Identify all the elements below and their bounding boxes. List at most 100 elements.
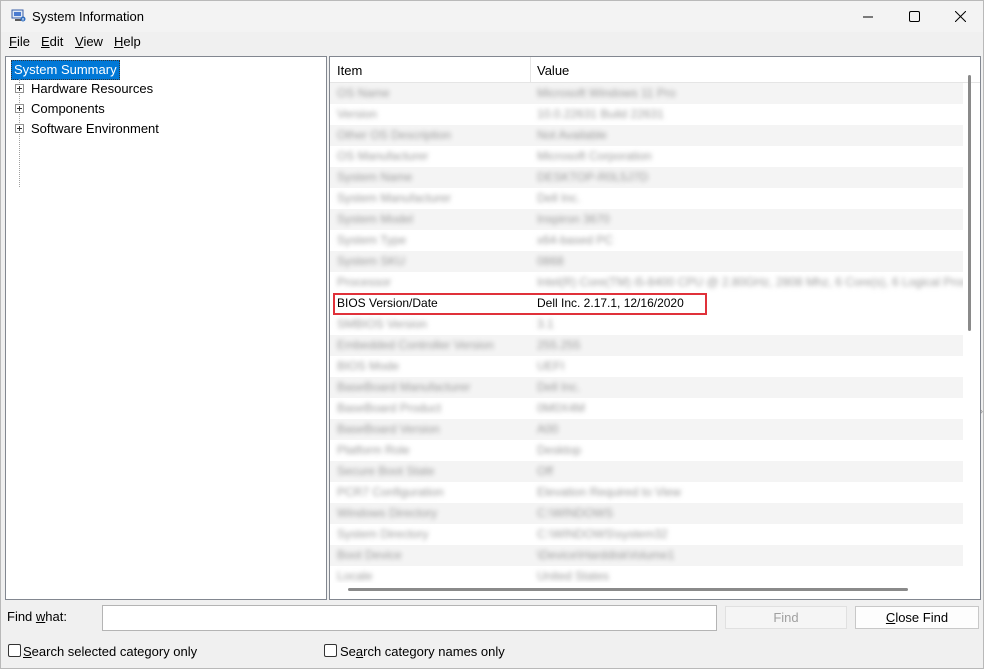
list-row[interactable]: BaseBoard Version A00 [330,419,963,440]
row-item: PCR7 Configuration [337,485,444,499]
list-row[interactable]: System Type x64-based PC [330,230,963,251]
menu-view[interactable]: View [75,34,103,49]
list-row[interactable]: BaseBoard Manufacturer Dell Inc. [330,377,963,398]
search-category-names-checkbox[interactable] [324,644,337,657]
list-row[interactable]: Other OS Description Not Available [330,125,963,146]
row-item: Processor [337,275,392,289]
row-item: System SKU [337,254,406,268]
row-value: 10.0.22631 Build 22631 [537,107,664,121]
menu-file[interactable]: File [9,34,30,49]
find-button[interactable]: Find [725,606,847,629]
maximize-button[interactable] [891,1,937,32]
row-value: Inspiron 3670 [537,212,610,226]
list-row[interactable]: System Manufacturer Dell Inc. [330,188,963,209]
details-list[interactable]: Item Value OS Name Microsoft Windows 11 P… [329,56,981,600]
row-item: Embedded Controller Version [337,338,494,352]
tree-item-system-summary[interactable]: System Summary [11,60,120,80]
horizontal-scrollbar[interactable] [348,585,908,593]
tree-item-label: Components [31,101,105,116]
system-information-window: System Information File Edit View Help S… [0,0,984,669]
row-value: A00 [537,422,559,436]
title-bar[interactable]: System Information [1,1,983,32]
column-header-value[interactable]: Value [537,63,569,78]
vertical-scrollbar[interactable] [966,75,974,585]
list-row[interactable]: SMBIOS Version 3.1 [330,314,963,335]
list-row[interactable]: Locale United States [330,566,963,583]
search-selected-category-checkbox[interactable] [8,644,21,657]
row-item: BaseBoard Manufacturer [337,380,471,394]
list-row[interactable]: Secure Boot State Off [330,461,963,482]
row-item: SMBIOS Version [337,317,428,331]
list-row[interactable]: System Directory C:\WINDOWS\system32 [330,524,963,545]
close-icon [954,11,966,22]
row-value: 0868 [537,254,564,268]
expand-icon[interactable] [15,84,24,93]
list-row[interactable]: Processor Intel(R) Core(TM) i5-8400 CPU @… [330,272,963,293]
expand-icon[interactable] [15,124,24,133]
row-item: System Manufacturer [337,191,452,205]
tree-item-hardware-resources[interactable]: Hardware Resources [6,80,326,98]
row-value: 0M0X4M [537,401,586,415]
menu-edit-rest: dit [49,34,64,49]
row-item: OS Name [337,86,390,100]
row-value: DESKTOP-R0L5J7D [537,170,649,184]
menu-edit[interactable]: Edit [41,34,63,49]
tree-item-components[interactable]: Components [6,100,326,118]
list-row[interactable]: Windows Directory C:\WINDOWS [330,503,963,524]
row-value: 3.1 [537,317,554,331]
list-row[interactable]: BIOS Mode UEFI [330,356,963,377]
row-value: C:\WINDOWS [537,506,613,520]
minimize-icon [863,16,873,17]
minimize-button[interactable] [845,1,891,32]
menu-bar: File Edit View Help [1,32,983,52]
list-row[interactable]: OS Name Microsoft Windows 11 Pro [330,83,963,104]
category-tree[interactable]: System Summary Hardware Resources Compon… [5,56,327,600]
window-title: System Information [32,9,144,24]
row-value: Desktop [537,443,582,457]
row-value: United States [537,569,610,583]
menu-file-rest: ile [16,34,30,49]
row-item: BIOS Mode [337,359,400,373]
search-category-names-label[interactable]: Search category names only [340,644,505,659]
highlight-annotation-box [333,293,707,315]
row-item: Boot Device [337,548,402,562]
horizontal-scroll-thumb[interactable] [348,588,908,591]
close-find-button[interactable]: Close Find [855,606,979,629]
row-value: Elevation Required to View [537,485,681,499]
list-row[interactable]: Boot Device \Device\HarddiskVolume1 [330,545,963,566]
find-what-input[interactable] [102,605,717,631]
column-divider[interactable] [530,57,531,82]
row-item: OS Manufacturer [337,149,429,163]
menu-help-rest: elp [123,34,141,49]
list-row[interactable]: System Name DESKTOP-R0L5J7D [330,167,963,188]
menu-help[interactable]: Help [114,34,141,49]
row-value: Dell Inc. [537,380,581,394]
row-value: 255.255 [537,338,581,352]
list-row[interactable]: Version 10.0.22631 Build 22631 [330,104,963,125]
list-row[interactable]: Platform Role Desktop [330,440,963,461]
close-window-button[interactable] [937,1,983,32]
row-value: Intel(R) Core(TM) i5-8400 CPU @ 2.80GHz,… [537,275,963,289]
row-item: System Name [337,170,413,184]
row-value: Dell Inc. [537,191,581,205]
list-row[interactable]: OS Manufacturer Microsoft Corporation [330,146,963,167]
expand-icon[interactable] [15,104,24,113]
tree-item-software-environment[interactable]: Software Environment [6,120,326,138]
list-row[interactable]: BaseBoard Product 0M0X4M [330,398,963,419]
resize-arrow-icon: › [980,406,983,416]
row-value: Microsoft Corporation [537,149,652,163]
column-header-item[interactable]: Item [337,63,362,78]
tree-item-label: Hardware Resources [31,81,154,96]
list-row[interactable]: System Model Inspiron 3670 [330,209,963,230]
list-row[interactable]: PCR7 Configuration Elevation Required to … [330,482,963,503]
row-item: BaseBoard Product [337,401,442,415]
row-item: Platform Role [337,443,410,457]
row-value: x64-based PC [537,233,614,247]
search-selected-category-label[interactable]: Search selected category only [23,644,197,659]
maximize-icon [908,11,920,22]
list-row[interactable]: System SKU 0868 [330,251,963,272]
row-value: UEFI [537,359,565,373]
list-row[interactable]: Embedded Controller Version 255.255 [330,335,963,356]
menu-view-rest: iew [83,34,103,49]
vertical-scroll-thumb[interactable] [968,75,971,331]
